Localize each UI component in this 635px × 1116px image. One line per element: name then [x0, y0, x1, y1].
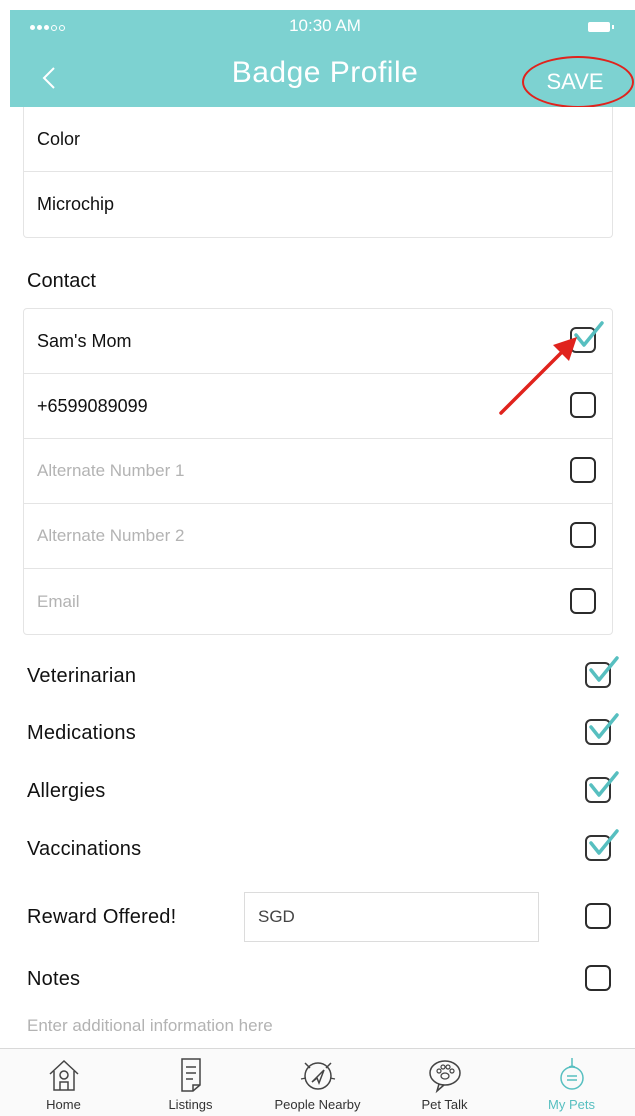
contact-phone-text: +6599089099 — [37, 395, 148, 416]
checkmark-icon — [589, 713, 619, 739]
my-pets-icon — [559, 1058, 584, 1090]
alternate-number-2-field[interactable]: Alternate Number 2 — [37, 526, 184, 546]
alternate-number-1-field[interactable]: Alternate Number 1 — [37, 461, 184, 481]
tab-pet-talk[interactable]: Pet Talk — [381, 1049, 508, 1116]
notes-label: Notes — [27, 967, 81, 990]
checkmark-icon — [589, 656, 619, 682]
alternate-number-2-row[interactable]: Alternate Number 2 — [24, 504, 612, 569]
veterinarian-label: Veterinarian — [27, 664, 137, 687]
allergies-checkbox[interactable] — [585, 771, 619, 803]
annotation-arrow-icon — [499, 337, 577, 415]
battery-icon — [588, 22, 614, 32]
tab-home[interactable]: Home — [0, 1049, 127, 1116]
allergies-label: Allergies — [27, 779, 106, 802]
tab-listings-label: Listings — [168, 1097, 213, 1112]
reward-label: Reward Offered! — [27, 905, 177, 928]
tab-listings[interactable]: Listings — [127, 1049, 254, 1116]
tab-my-pets[interactable]: My Pets — [508, 1049, 635, 1116]
pet-talk-icon — [428, 1060, 461, 1094]
people-nearby-icon — [300, 1062, 335, 1090]
veterinarian-checkbox[interactable] — [585, 656, 619, 688]
microchip-label: Microchip — [37, 194, 115, 214]
vaccinations-checkbox[interactable] — [585, 829, 619, 861]
tab-my-pets-label: My Pets — [548, 1097, 595, 1112]
color-label: Color — [37, 128, 81, 149]
contact-name-text: Sam's Mom — [37, 330, 132, 351]
medications-checkbox[interactable] — [585, 713, 619, 745]
checkmark-icon — [589, 771, 619, 797]
tab-people-nearby-label: People Nearby — [274, 1097, 361, 1112]
veterinarian-row[interactable]: Veterinarian — [27, 656, 619, 696]
listings-icon — [180, 1058, 201, 1092]
email-field[interactable]: Email — [37, 592, 80, 612]
medications-row[interactable]: Medications — [27, 713, 619, 753]
save-button[interactable]: SAVE — [520, 52, 634, 112]
notes-row[interactable]: Notes — [27, 959, 611, 999]
nav-header: 10:30 AM Badge Profile SAVE — [10, 10, 635, 108]
reward-amount-input[interactable]: SGD — [244, 892, 539, 942]
tab-home-label: Home — [46, 1097, 81, 1112]
email-checkbox[interactable] — [570, 587, 596, 614]
allergies-row[interactable]: Allergies — [27, 771, 619, 811]
alternate-number-2-checkbox[interactable] — [570, 522, 596, 548]
status-bar: 10:30 AM — [10, 10, 635, 44]
microchip-row[interactable]: Microchip — [24, 172, 612, 237]
contact-section-title: Contact — [27, 270, 96, 292]
alternate-number-1-row[interactable]: Alternate Number 1 — [24, 439, 612, 504]
email-row[interactable]: Email — [24, 569, 612, 634]
tab-pet-talk-label: Pet Talk — [421, 1097, 468, 1112]
save-label: SAVE — [546, 69, 604, 94]
vaccinations-row[interactable]: Vaccinations — [27, 829, 619, 869]
home-icon — [48, 1059, 79, 1091]
reward-checkbox[interactable] — [585, 903, 611, 929]
tab-people-nearby[interactable]: People Nearby — [254, 1049, 381, 1116]
color-row[interactable]: Color — [24, 107, 612, 172]
checkmark-icon — [589, 829, 619, 855]
notes-checkbox[interactable] — [585, 965, 611, 991]
medications-label: Medications — [27, 721, 136, 744]
tab-bar: Home Listings People Nearby Pet Talk My … — [0, 1048, 635, 1116]
status-time: 10:30 AM — [289, 16, 361, 35]
vaccinations-label: Vaccinations — [27, 837, 142, 860]
pet-details-card: Color Microchip — [23, 107, 613, 238]
notes-input[interactable]: Enter additional information here — [27, 1016, 273, 1036]
alternate-number-1-checkbox[interactable] — [570, 457, 596, 483]
